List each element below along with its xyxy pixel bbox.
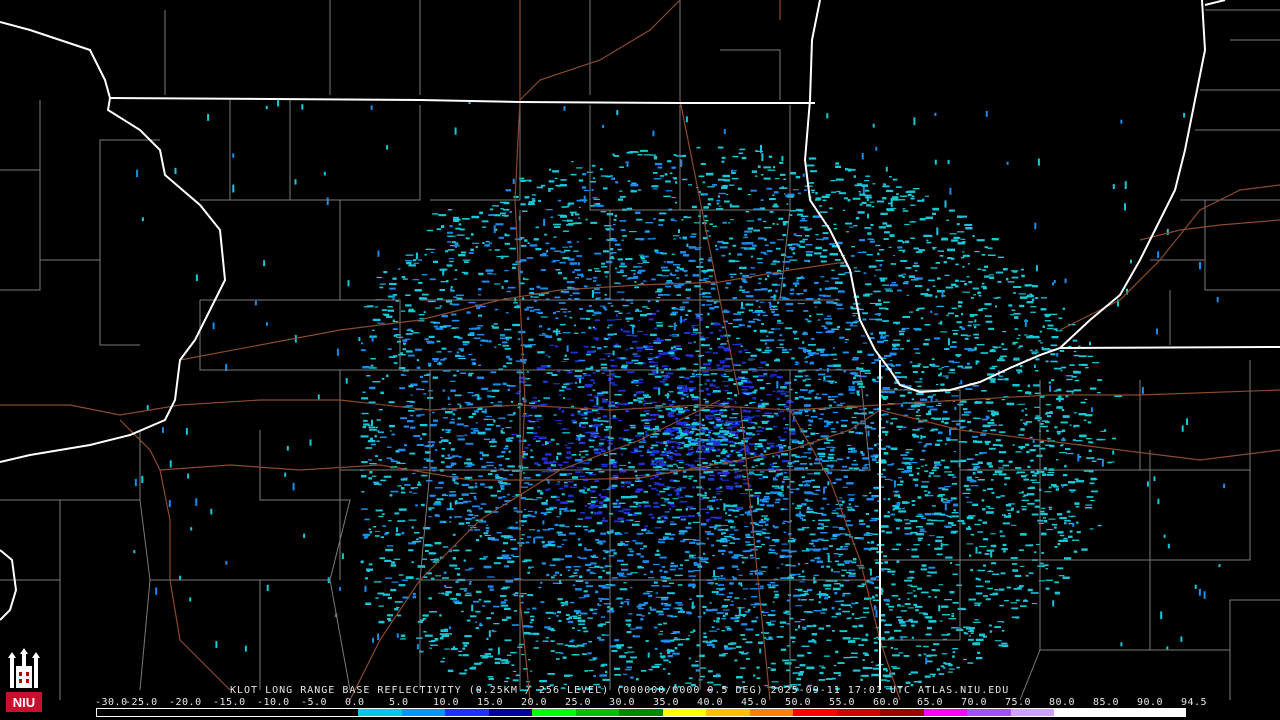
scale-tick-label: 20.0: [521, 697, 548, 708]
castle-icon: [8, 648, 40, 688]
product-title: KLOT LONG RANGE BASE REFLECTIVITY (0.25K…: [230, 685, 1010, 696]
scale-tick-label: 0.0: [345, 697, 365, 708]
scale-swatch: [97, 709, 141, 716]
scale-tick-label: 94.5: [1181, 697, 1208, 708]
scale-tick-label: -15.0: [213, 697, 246, 708]
scale-tick-label: 15.0: [477, 697, 504, 708]
scale-tick-label: -20.0: [169, 697, 202, 708]
scale-swatch: [401, 709, 446, 716]
scale-swatch: [227, 709, 272, 716]
scale-swatch: [749, 709, 794, 716]
radar-map: [0, 0, 1280, 720]
scale-tick-label: 35.0: [653, 697, 680, 708]
scale-swatch: [880, 709, 924, 716]
scale-swatch: [140, 709, 185, 716]
scale-tick-label: -30.0: [95, 697, 128, 708]
scale-swatch: [1141, 709, 1185, 716]
scale-tick-label: 60.0: [873, 697, 900, 708]
scale-tick-label: -5.0: [301, 697, 328, 708]
scale-swatch: [836, 709, 881, 716]
scale-tick-label: 90.0: [1137, 697, 1164, 708]
scale-tick-label: 50.0: [785, 697, 812, 708]
scale-swatch: [662, 709, 707, 716]
scale-tick-label: 70.0: [961, 697, 988, 708]
scale-tick-label: 25.0: [565, 697, 592, 708]
scale-swatch: [445, 709, 489, 716]
color-scale-bar: [96, 708, 1186, 717]
logo-text: NIU: [13, 695, 35, 710]
scale-swatch: [923, 709, 968, 716]
scale-swatch: [793, 709, 837, 716]
niu-logo: NIU: [4, 648, 44, 716]
scale-swatch: [271, 709, 315, 716]
scale-tick-label: 75.0: [1005, 697, 1032, 708]
scale-tick-label: 80.0: [1049, 697, 1076, 708]
scale-tick-label: 10.0: [433, 697, 460, 708]
scale-swatch: [619, 709, 663, 716]
scale-swatch: [1010, 709, 1055, 716]
scale-tick-label: 40.0: [697, 697, 724, 708]
scale-swatch: [575, 709, 620, 716]
scale-tick-label: 65.0: [917, 697, 944, 708]
scale-tick-label: 55.0: [829, 697, 856, 708]
scale-swatch: [358, 709, 402, 716]
scale-swatch: [1097, 709, 1142, 716]
scale-tick-label: -25.0: [125, 697, 158, 708]
scale-swatch: [184, 709, 228, 716]
scale-tick-label: 85.0: [1093, 697, 1120, 708]
scale-swatch: [967, 709, 1011, 716]
scale-tick-label: 5.0: [389, 697, 409, 708]
scale-swatch: [1054, 709, 1098, 716]
scale-swatch: [532, 709, 576, 716]
scale-tick-label: 30.0: [609, 697, 636, 708]
scale-swatch: [488, 709, 533, 716]
scale-swatch: [314, 709, 359, 716]
scale-tick-label: -10.0: [257, 697, 290, 708]
scale-tick-label: 45.0: [741, 697, 768, 708]
scale-swatch: [706, 709, 750, 716]
radar-site-marker: [736, 394, 748, 406]
